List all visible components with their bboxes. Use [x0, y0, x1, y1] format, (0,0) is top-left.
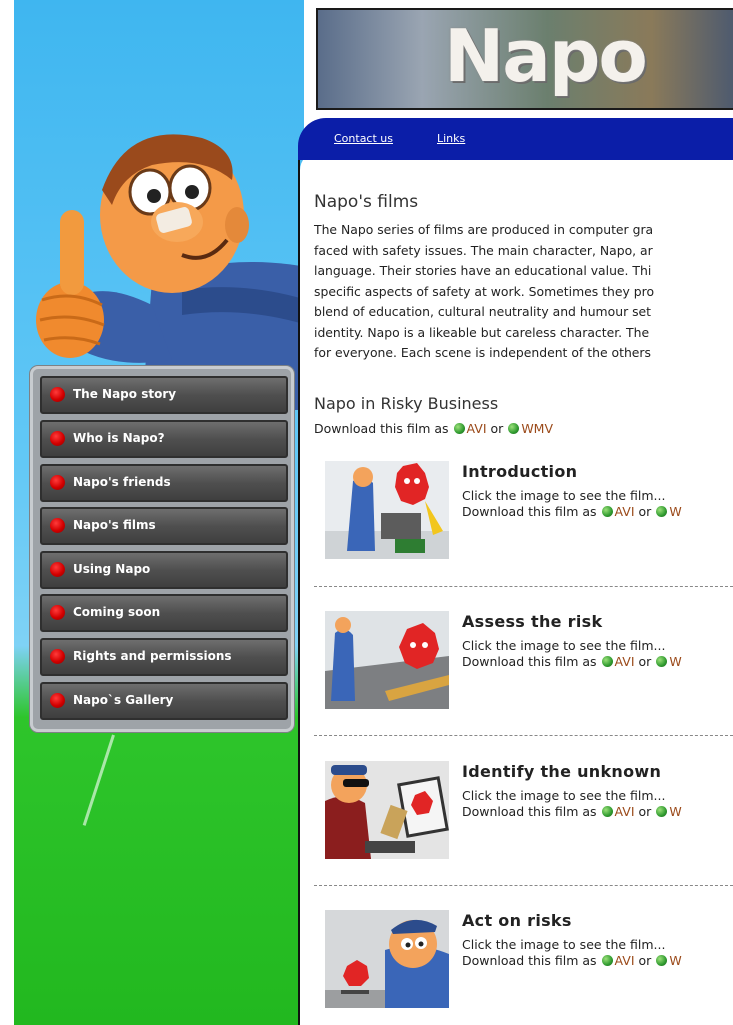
menu-item-label: Who is Napo?: [73, 431, 165, 445]
or-text: or: [638, 804, 652, 819]
menu-item-using-napo[interactable]: Using Napo: [40, 551, 288, 589]
film-divider: [314, 735, 733, 736]
globe-icon: [601, 955, 613, 966]
paragraph-line: blend of education, cultural neutrality …: [314, 304, 652, 319]
film-title: Introduction: [462, 462, 578, 481]
menu-item-napos-films[interactable]: Napo's films: [40, 507, 288, 545]
film-avi-link[interactable]: AVI: [615, 953, 635, 968]
paragraph-line: identity. Napo is a likeable but careles…: [314, 324, 650, 340]
red-bullet-icon: [50, 518, 65, 533]
series-avi-link[interactable]: AVI: [467, 421, 487, 436]
film-wmv-link[interactable]: W: [669, 953, 681, 968]
menu-item-rights-permissions[interactable]: Rights and permissions: [40, 638, 288, 676]
globe-icon: [656, 806, 668, 817]
site-banner: Napo: [316, 8, 733, 110]
or-text: or: [638, 504, 652, 519]
red-bullet-icon: [50, 387, 65, 402]
film-thumbnail-assess-the-risk[interactable]: [325, 611, 449, 709]
film-entry: Assess the risk Click the image to see t…: [325, 611, 733, 713]
film-download-line: Download this film as AVI or W: [462, 953, 682, 968]
red-bullet-icon: [50, 475, 65, 490]
left-margin: [0, 0, 14, 1025]
menu-item-napo-story[interactable]: The Napo story: [40, 376, 288, 414]
globe-icon: [601, 656, 613, 667]
page-title: Napo's films: [314, 192, 419, 212]
film-wmv-link[interactable]: W: [669, 804, 681, 819]
film-wmv-link[interactable]: W: [669, 504, 681, 519]
content-border: [298, 148, 300, 1025]
series-title: Napo in Risky Business: [314, 394, 499, 413]
globe-icon: [656, 656, 668, 667]
red-bullet-icon: [50, 693, 65, 708]
globe-icon: [601, 506, 613, 517]
film-thumbnail-identify-the-unknown[interactable]: [325, 761, 449, 859]
film-avi-link[interactable]: AVI: [615, 804, 635, 819]
film-title: Identify the unknown: [462, 762, 662, 781]
film-avi-link[interactable]: AVI: [615, 504, 635, 519]
or-text: or: [638, 953, 652, 968]
menu-item-napos-gallery[interactable]: Napo`s Gallery: [40, 682, 288, 720]
film-avi-link[interactable]: AVI: [615, 654, 635, 669]
film-hint: Click the image to see the film...: [462, 937, 666, 952]
page: Napo Contact us Links The Napo story Who…: [0, 0, 733, 1025]
film-title: Assess the risk: [462, 612, 603, 631]
or-text: or: [638, 654, 652, 669]
film-divider: [314, 885, 733, 886]
film-download-line: Download this film as AVI or W: [462, 654, 682, 669]
globe-icon: [656, 506, 668, 517]
globe-icon: [453, 423, 465, 434]
paragraph-line: specific aspects of safety at work. Some…: [314, 283, 655, 299]
menu-item-label: Coming soon: [73, 605, 161, 619]
menu-item-label: Rights and permissions: [73, 649, 232, 663]
film-thumbnail-introduction[interactable]: [325, 461, 449, 559]
menu-item-label: Using Napo: [73, 562, 151, 576]
film-wmv-link[interactable]: W: [669, 654, 681, 669]
download-prefix: Download this film as: [462, 504, 597, 519]
red-bullet-icon: [50, 431, 65, 446]
download-prefix: Download this film as: [462, 953, 597, 968]
or-text: or: [490, 421, 504, 436]
globe-icon: [601, 806, 613, 817]
series-download-line: Download this film as AVI or WMV: [314, 421, 553, 436]
film-download-line: Download this film as AVI or W: [462, 504, 682, 519]
globe-icon: [656, 955, 668, 966]
menu-item-who-is-napo[interactable]: Who is Napo?: [40, 420, 288, 458]
red-bullet-icon: [50, 649, 65, 664]
menu-item-label: Napo's friends: [73, 475, 171, 489]
paragraph-line: language. Their stories have an educatio…: [314, 263, 652, 278]
film-entry: Identify the unknown Click the image to …: [325, 761, 733, 863]
menu-item-napos-friends[interactable]: Napo's friends: [40, 464, 288, 502]
banner-title: Napo: [444, 14, 648, 98]
film-divider: [314, 586, 733, 587]
red-bullet-icon: [50, 605, 65, 620]
film-download-line: Download this film as AVI or W: [462, 804, 682, 819]
menu-item-label: Napo`s Gallery: [73, 693, 174, 707]
film-hint: Click the image to see the film...: [462, 488, 666, 503]
paragraph-line: The Napo series of films are produced in…: [314, 222, 654, 237]
contact-us-link[interactable]: Contact us: [334, 132, 393, 145]
menu-item-label: Napo's films: [73, 518, 156, 532]
red-bullet-icon: [50, 562, 65, 577]
film-thumbnail-act-on-risks[interactable]: [325, 910, 449, 1008]
film-title: Act on risks: [462, 911, 572, 930]
paragraph-line: faced with safety issues. The main chara…: [314, 242, 653, 258]
intro-paragraph: The Napo series of films are produced in…: [314, 220, 654, 364]
side-menu: The Napo story Who is Napo? Napo's frien…: [30, 366, 294, 732]
film-entry: Act on risks Click the image to see the …: [325, 910, 733, 1012]
globe-icon: [508, 423, 520, 434]
menu-item-coming-soon[interactable]: Coming soon: [40, 594, 288, 632]
links-link[interactable]: Links: [437, 132, 465, 145]
top-nav-bar: Contact us Links: [298, 118, 733, 160]
series-wmv-link[interactable]: WMV: [521, 421, 553, 436]
download-prefix: Download this film as: [462, 804, 597, 819]
film-hint: Click the image to see the film...: [462, 788, 666, 803]
paragraph-line: for everyone. Each scene is independent …: [314, 345, 651, 360]
film-entry: Introduction Click the image to see the …: [325, 461, 733, 563]
menu-item-label: The Napo story: [73, 387, 177, 401]
film-hint: Click the image to see the film...: [462, 638, 666, 653]
download-prefix: Download this film as: [462, 654, 597, 669]
download-prefix: Download this film as: [314, 421, 449, 436]
